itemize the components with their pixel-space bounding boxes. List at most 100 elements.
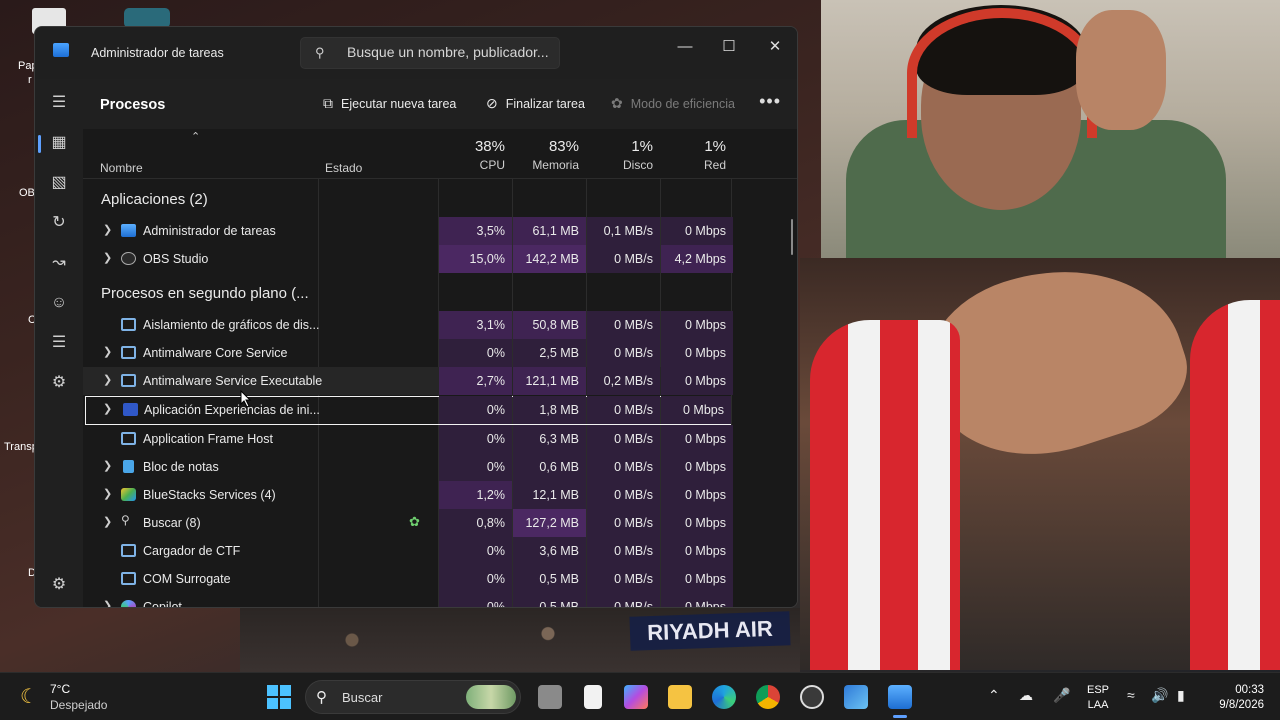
column-header-memory[interactable]: 83% Memoria xyxy=(509,129,579,172)
settings-gear-icon[interactable]: ⚙ xyxy=(47,573,71,597)
memory-cell: 121,1 MB xyxy=(513,367,586,395)
weather-condition[interactable]: Despejado xyxy=(50,698,107,712)
desktop-app-icon[interactable] xyxy=(124,8,170,28)
disk-cell: 0,1 MB/s xyxy=(587,217,660,245)
obs-taskbar-icon[interactable] xyxy=(800,685,824,709)
obs-icon xyxy=(121,252,136,265)
clock[interactable]: 00:33 9/8/2026 xyxy=(1208,683,1264,713)
maximize-button[interactable]: ☐ xyxy=(707,33,751,61)
end-task-button[interactable]: ⊘ Finalizar tarea xyxy=(486,95,585,112)
desktop-icon-transp[interactable]: Transp xyxy=(4,441,38,453)
table-row[interactable]: ❯ Copilot 0% 0,5 MB 0 MB/s 0 Mbps xyxy=(83,593,733,607)
minimize-button[interactable]: — xyxy=(663,33,707,61)
hamburger-menu-icon[interactable]: ☰ xyxy=(47,91,71,115)
chevron-right-icon[interactable]: ❯ xyxy=(103,599,112,607)
network-cell: 0 Mbps xyxy=(661,509,733,537)
vertical-scrollbar[interactable] xyxy=(791,219,793,255)
group-header-background[interactable]: Procesos en segundo plano (... xyxy=(101,285,309,302)
column-header-cpu[interactable]: 38% CPU xyxy=(435,129,505,172)
table-row[interactable]: Application Frame Host 0% 6,3 MB 0 MB/s … xyxy=(83,425,733,453)
details-icon[interactable]: ☰ xyxy=(47,331,71,355)
command-bar: Procesos ⧉ Ejecutar nueva tarea ⊘ Finaliza… xyxy=(83,79,797,129)
chevron-right-icon[interactable]: ❯ xyxy=(103,251,112,264)
process-name: BlueStacks Services (4) xyxy=(143,488,276,502)
bluestacks-icon xyxy=(121,488,136,501)
chevron-right-icon[interactable]: ❯ xyxy=(103,515,112,528)
desktop-icon-obs[interactable]: OB xyxy=(19,187,35,199)
moon-weather-icon[interactable]: ☾ xyxy=(20,684,38,709)
store-icon[interactable] xyxy=(844,685,868,709)
microphone-icon[interactable]: 🎤 xyxy=(1053,687,1070,704)
title-bar: Administrador de tareas ⚲ — ☐ ✕ xyxy=(35,27,797,79)
table-row[interactable]: ❯ BlueStacks Services (4) 1,2% 12,1 MB 0… xyxy=(83,481,733,509)
experience-app-icon xyxy=(123,403,138,416)
run-task-icon: ⧉ xyxy=(323,95,333,111)
group-header-apps[interactable]: Aplicaciones (2) xyxy=(101,191,208,208)
file-icon[interactable] xyxy=(584,685,602,709)
column-header-network[interactable]: 1% Red xyxy=(656,129,726,172)
table-row[interactable]: ❯ ⚲ Buscar (8) ✿ 0,8% 127,2 MB 0 MB/s 0 … xyxy=(83,509,733,537)
window-app-icon xyxy=(121,432,136,445)
edge-icon[interactable] xyxy=(712,685,736,709)
app-history-icon[interactable]: ↻ xyxy=(47,211,71,235)
chevron-right-icon[interactable]: ❯ xyxy=(103,487,112,500)
chevron-right-icon[interactable]: ❯ xyxy=(103,373,112,386)
taskbar-search[interactable]: ⚲ Buscar xyxy=(305,680,521,714)
efficiency-mode-button[interactable]: ✿ Modo de eficiencia xyxy=(611,95,735,112)
memory-cell: 6,3 MB xyxy=(513,425,586,453)
battery-icon[interactable]: ▮ xyxy=(1177,687,1185,704)
cpu-total: 38% xyxy=(474,138,505,155)
startup-apps-icon[interactable]: ↝ xyxy=(47,251,71,275)
start-button[interactable] xyxy=(267,685,291,709)
chevron-right-icon[interactable]: ❯ xyxy=(103,345,112,358)
cpu-cell: 0% xyxy=(439,396,512,424)
process-name: COM Surrogate xyxy=(143,572,231,586)
table-row[interactable]: Cargador de CTF 0% 3,6 MB 0 MB/s 0 Mbps xyxy=(83,537,733,565)
m365-icon[interactable] xyxy=(624,685,648,709)
table-row[interactable]: ❯ Bloc de notas 0% 0,6 MB 0 MB/s 0 Mbps xyxy=(83,453,733,481)
memory-cell: 61,1 MB xyxy=(513,217,586,245)
weather-temperature[interactable]: 7°C xyxy=(50,682,70,696)
onedrive-icon[interactable]: ☁ xyxy=(1019,687,1033,704)
disk-cell: 0 MB/s xyxy=(587,593,660,607)
chevron-right-icon[interactable]: ❯ xyxy=(103,459,112,472)
processes-icon[interactable]: ▦ xyxy=(47,131,71,155)
webcam-overlay xyxy=(821,0,1280,258)
chevron-right-icon[interactable]: ❯ xyxy=(103,223,112,236)
chevron-up-icon[interactable]: ⌃ xyxy=(988,687,1000,704)
chevron-right-icon[interactable]: ❯ xyxy=(103,402,112,415)
close-button[interactable]: ✕ xyxy=(753,33,797,61)
services-icon[interactable]: ⚙ xyxy=(47,371,71,395)
cpu-cell: 0% xyxy=(439,453,512,481)
page-title: Procesos xyxy=(100,97,166,113)
table-row[interactable]: ❯ Antimalware Core Service 0% 2,5 MB 0 M… xyxy=(83,339,733,367)
network-cell: 0 Mbps xyxy=(661,593,733,607)
process-table: ⌃ Nombre Estado 38% CPU 83% Memoria 1% D… xyxy=(83,129,797,607)
task-manager-taskbar-icon[interactable] xyxy=(888,685,912,709)
wifi-icon[interactable]: ≈ xyxy=(1127,687,1135,703)
task-view-icon[interactable] xyxy=(538,685,562,709)
table-row[interactable]: Aislamiento de gráficos de dis... 3,1% 5… xyxy=(83,311,733,339)
more-options-icon[interactable]: ••• xyxy=(759,91,781,112)
column-header-state[interactable]: Estado xyxy=(325,161,362,175)
column-header-name[interactable]: Nombre xyxy=(100,161,143,175)
chrome-icon[interactable] xyxy=(756,685,780,709)
performance-icon[interactable]: ▧ xyxy=(47,171,71,195)
search-input[interactable] xyxy=(347,44,552,60)
users-icon[interactable]: ☺ xyxy=(47,291,71,315)
memory-cell: 1,8 MB xyxy=(513,396,586,424)
table-row[interactable]: COM Surrogate 0% 0,5 MB 0 MB/s 0 Mbps xyxy=(83,565,733,593)
table-row[interactable]: ❯ Antimalware Service Executable 2,7% 12… xyxy=(83,367,733,395)
table-row[interactable]: ❯ OBS Studio 15,0% 142,2 MB 0 MB/s 4,2 M… xyxy=(83,245,733,273)
column-header-disk[interactable]: 1% Disco xyxy=(583,129,653,172)
run-new-task-button[interactable]: ⧉ Ejecutar nueva tarea xyxy=(323,95,456,112)
file-explorer-icon[interactable] xyxy=(668,685,692,709)
table-row-selected[interactable]: ❯ Aplicación Experiencias de ini... 0% 1… xyxy=(85,396,731,425)
disk-cell: 0 MB/s xyxy=(587,453,660,481)
language-indicator[interactable]: ESP LAA xyxy=(1087,683,1109,713)
volume-icon[interactable]: 🔊 xyxy=(1151,687,1168,704)
process-name: Bloc de notas xyxy=(143,460,219,474)
network-cell: 0 Mbps xyxy=(661,217,733,245)
table-row[interactable]: ❯ Administrador de tareas 3,5% 61,1 MB 0… xyxy=(83,217,733,245)
search-box[interactable]: ⚲ xyxy=(300,37,560,69)
